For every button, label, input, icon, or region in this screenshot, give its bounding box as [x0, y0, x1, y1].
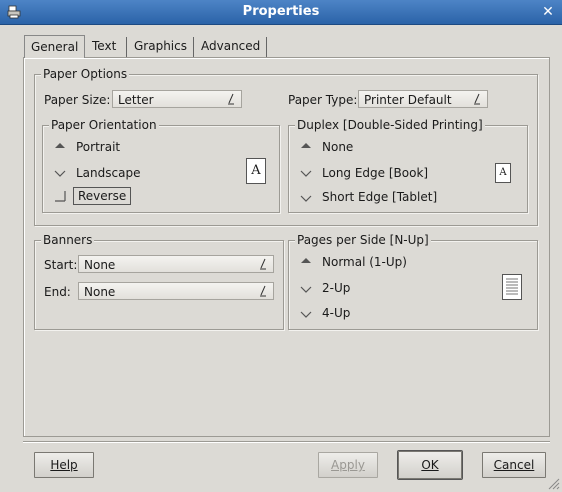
- orientation-preview-glyph: A: [251, 163, 261, 178]
- pages-per-side-legend: Pages per Side [N-Up]: [295, 233, 431, 247]
- tab-separator: [193, 37, 194, 57]
- apply-button[interactable]: Apply: [318, 452, 378, 478]
- properties-dialog: Properties ✕ General Text Graphics Advan…: [0, 0, 562, 492]
- nup-normal-label[interactable]: Normal (1-Up): [322, 254, 407, 270]
- tab-general[interactable]: General: [24, 35, 86, 58]
- banners-legend: Banners: [41, 233, 95, 247]
- cancel-button[interactable]: Cancel: [482, 452, 546, 478]
- orientation-landscape-label[interactable]: Landscape: [76, 165, 140, 181]
- duplex-short-edge-label[interactable]: Short Edge [Tablet]: [322, 189, 437, 205]
- paper-type-combo[interactable]: Printer Default: [358, 90, 488, 108]
- close-icon[interactable]: ✕: [540, 4, 556, 20]
- duplex-legend: Duplex [Double-Sided Printing]: [295, 118, 485, 132]
- ok-button-label: OK: [421, 458, 439, 472]
- duplex-preview-glyph: A: [499, 167, 507, 178]
- checkbox-unchecked-icon[interactable]: [54, 190, 66, 202]
- title-bar[interactable]: Properties ✕: [0, 0, 562, 25]
- tab-separator: [126, 37, 127, 57]
- dropdown-arrow-icon: [260, 285, 266, 297]
- paper-size-value: Letter: [118, 93, 154, 107]
- paper-size-combo[interactable]: Letter: [112, 90, 242, 108]
- paper-size-label: Paper Size:: [44, 93, 111, 107]
- duplex-preview-icon: A: [495, 163, 511, 183]
- dropdown-arrow-icon: [228, 93, 234, 105]
- radio-unselected-icon[interactable]: [54, 167, 66, 179]
- cancel-button-label: Cancel: [493, 458, 535, 472]
- tab-separator: [266, 37, 267, 57]
- apply-button-label: Apply: [331, 458, 365, 472]
- ok-button[interactable]: OK: [398, 451, 462, 479]
- resize-grip-icon[interactable]: [548, 478, 560, 490]
- radio-unselected-icon[interactable]: [300, 167, 312, 179]
- help-button-label: Help: [50, 458, 78, 472]
- paper-orientation-legend: Paper Orientation: [49, 118, 159, 132]
- radio-unselected-icon[interactable]: [300, 308, 312, 320]
- banner-start-combo[interactable]: None: [78, 255, 274, 273]
- paper-type-label: Paper Type:: [288, 93, 358, 107]
- tab-graphics[interactable]: Graphics: [128, 35, 193, 57]
- banner-end-label: End:: [44, 285, 71, 299]
- orientation-preview-icon: A: [246, 158, 266, 184]
- button-bar-separator: [23, 441, 550, 443]
- radio-selected-icon[interactable]: [300, 255, 312, 267]
- dropdown-arrow-icon: [474, 93, 480, 105]
- banner-end-combo[interactable]: None: [78, 282, 274, 300]
- paper-type-value: Printer Default: [364, 93, 452, 107]
- radio-selected-icon[interactable]: [54, 140, 66, 152]
- window-title: Properties: [242, 4, 320, 19]
- nup-4up-label[interactable]: 4-Up: [322, 305, 350, 321]
- banner-start-label: Start:: [44, 258, 78, 272]
- radio-selected-icon[interactable]: [300, 140, 312, 152]
- banner-start-value: None: [84, 258, 116, 272]
- duplex-none-label[interactable]: None: [322, 139, 353, 155]
- nup-2up-label[interactable]: 2-Up: [322, 280, 350, 296]
- orientation-portrait-label[interactable]: Portrait: [76, 139, 120, 155]
- tab-advanced[interactable]: Advanced: [195, 35, 266, 57]
- help-button[interactable]: Help: [34, 452, 94, 478]
- tab-text[interactable]: Text: [86, 35, 122, 57]
- nup-preview-icon: [502, 274, 522, 300]
- paper-options-legend: Paper Options: [41, 67, 130, 81]
- radio-unselected-icon[interactable]: [300, 283, 312, 295]
- radio-unselected-icon[interactable]: [300, 192, 312, 204]
- banner-end-value: None: [84, 285, 116, 299]
- duplex-long-edge-label[interactable]: Long Edge [Book]: [322, 165, 428, 181]
- reverse-checkbox-label[interactable]: Reverse: [73, 187, 132, 205]
- dropdown-arrow-icon: [260, 258, 266, 270]
